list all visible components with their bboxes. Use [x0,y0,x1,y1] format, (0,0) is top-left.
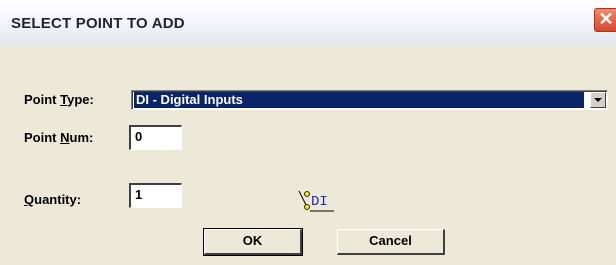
digital-input-switch-icon: DI [298,187,338,217]
quantity-label: Quantity: [24,192,82,207]
title-bar: SELECT POINT TO ADD ✕ [0,0,616,47]
quantity-input[interactable]: 1 [129,183,182,208]
point-type-select[interactable]: DI - Digital Inputs [131,90,608,110]
point-num-input[interactable]: 0 [129,125,182,150]
dialog-body: Point Type: DI - Digital Inputs Point Nu… [0,46,616,265]
point-num-label: Point Num: [24,130,94,145]
di-icon-label: DI [311,194,328,210]
chevron-down-icon[interactable] [590,92,606,108]
close-icon: ✕ [598,9,614,29]
cancel-button[interactable]: Cancel [337,229,445,255]
point-type-value: DI - Digital Inputs [134,92,584,108]
close-button[interactable]: ✕ [594,8,616,32]
dialog-title: SELECT POINT TO ADD [11,15,185,32]
point-type-label: Point Type: [24,92,94,107]
ok-button[interactable]: OK [203,228,303,256]
